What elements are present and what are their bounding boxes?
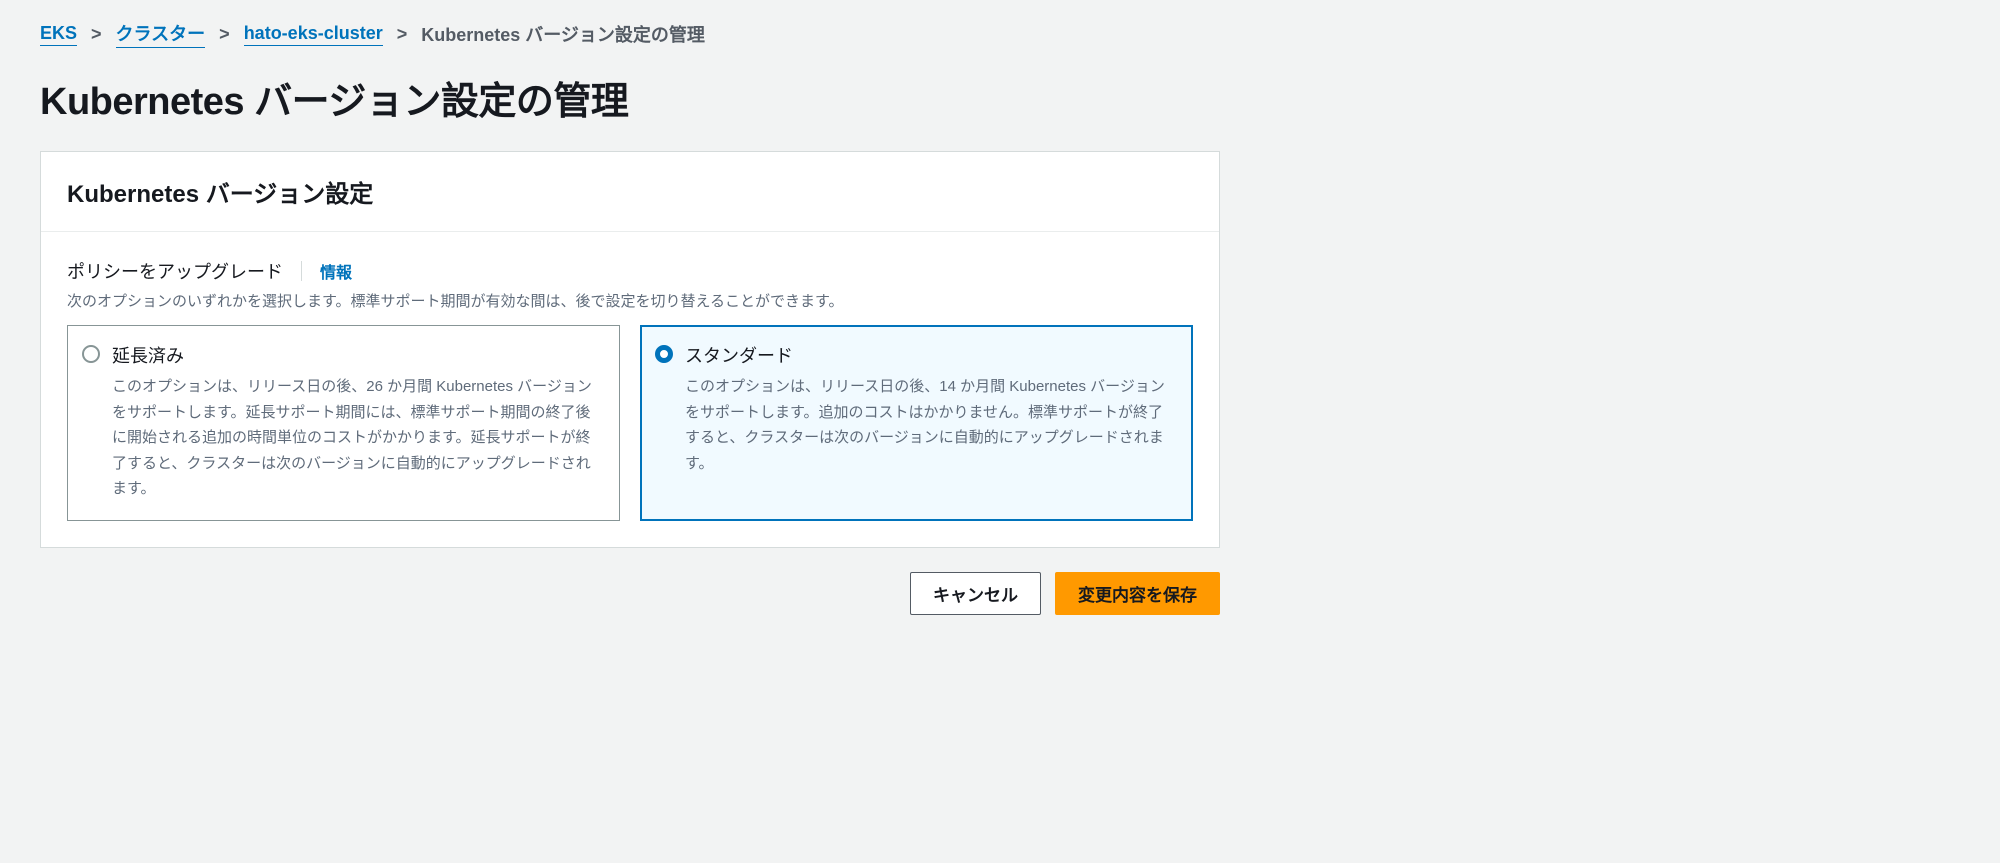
option-title: 延長済み: [112, 342, 601, 368]
page-title: Kubernetes バージョン設定の管理: [40, 70, 1960, 125]
version-settings-panel: Kubernetes バージョン設定 ポリシーをアップグレード 情報 次のオプシ…: [40, 151, 1220, 548]
breadcrumb-link-clusters[interactable]: クラスター: [116, 20, 206, 48]
chevron-right-icon: >: [219, 24, 230, 45]
panel-title: Kubernetes バージョン設定: [67, 174, 1193, 209]
radio-icon: [82, 345, 100, 363]
option-extended[interactable]: 延長済み このオプションは、リリース日の後、26 か月間 Kubernetes …: [67, 325, 620, 521]
radio-icon: [655, 345, 673, 363]
cancel-button[interactable]: キャンセル: [910, 572, 1041, 615]
option-description: このオプションは、リリース日の後、14 か月間 Kubernetes バージョン…: [685, 374, 1174, 476]
breadcrumb-current: Kubernetes バージョン設定の管理: [421, 21, 705, 47]
panel-body: ポリシーをアップグレード 情報 次のオプションのいずれかを選択します。標準サポー…: [41, 232, 1219, 547]
field-label-row: ポリシーをアップグレード 情報: [67, 258, 1193, 284]
chevron-right-icon: >: [91, 24, 102, 45]
save-button[interactable]: 変更内容を保存: [1055, 572, 1220, 615]
option-description: このオプションは、リリース日の後、26 か月間 Kubernetes バージョン…: [112, 374, 601, 502]
upgrade-policy-options: 延長済み このオプションは、リリース日の後、26 か月間 Kubernetes …: [67, 325, 1193, 521]
divider-icon: [301, 261, 302, 281]
chevron-right-icon: >: [397, 24, 408, 45]
info-link[interactable]: 情報: [320, 259, 352, 283]
field-label: ポリシーをアップグレード: [67, 258, 283, 284]
breadcrumb: EKS > クラスター > hato-eks-cluster > Kuberne…: [40, 20, 1960, 48]
option-title: スタンダード: [685, 342, 1174, 368]
panel-header: Kubernetes バージョン設定: [41, 152, 1219, 232]
breadcrumb-link-eks[interactable]: EKS: [40, 23, 77, 46]
action-bar: キャンセル 変更内容を保存: [40, 572, 1220, 615]
help-text: 次のオプションのいずれかを選択します。標準サポート期間が有効な間は、後で設定を切…: [67, 290, 1193, 311]
breadcrumb-link-cluster-name[interactable]: hato-eks-cluster: [244, 23, 383, 46]
option-standard[interactable]: スタンダード このオプションは、リリース日の後、14 か月間 Kubernete…: [640, 325, 1193, 521]
